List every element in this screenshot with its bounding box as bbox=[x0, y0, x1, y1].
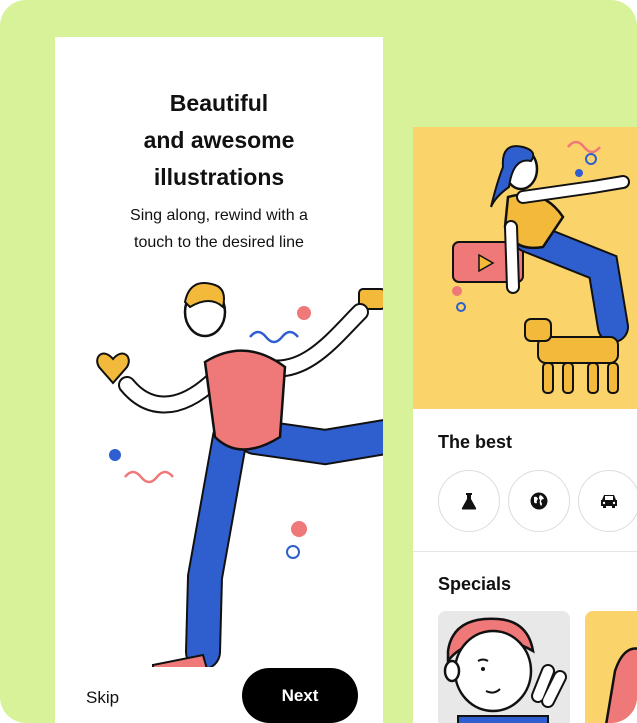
specials-title: Specials bbox=[438, 574, 512, 594]
special-card-1[interactable] bbox=[438, 611, 570, 723]
category-flask[interactable] bbox=[438, 470, 500, 532]
background-canvas: Beautiful and awesome illustrations Sing… bbox=[0, 0, 637, 723]
dot-blue bbox=[109, 449, 121, 461]
title-line-3: illustrations bbox=[153, 164, 285, 190]
special-card-2[interactable] bbox=[585, 611, 637, 723]
ring-blue bbox=[286, 545, 300, 559]
boy-waving-illustration bbox=[443, 617, 567, 723]
onboarding-subtitle: Sing along, rewind with a touch to the d… bbox=[55, 202, 383, 256]
onboarding-title: Beautiful and awesome illustrations bbox=[55, 85, 383, 196]
globe-icon bbox=[530, 492, 548, 510]
skip-button[interactable]: Skip bbox=[86, 688, 119, 708]
floating-woman-illustration bbox=[452, 140, 630, 394]
squiggle-blue bbox=[249, 330, 299, 344]
shirt bbox=[203, 349, 287, 451]
car-icon bbox=[601, 495, 617, 508]
category-globe[interactable] bbox=[508, 470, 570, 532]
squiggle-red bbox=[124, 470, 174, 484]
dot-red-top bbox=[297, 306, 311, 320]
subtitle-line-2: touch to the desired line bbox=[134, 234, 304, 251]
dot-red-bottom bbox=[291, 521, 307, 537]
section-divider bbox=[413, 551, 637, 552]
title-line-1: Beautiful bbox=[169, 90, 269, 116]
partial-illustration bbox=[605, 647, 637, 723]
subtitle-line-1: Sing along, rewind with a bbox=[130, 207, 308, 224]
category-car[interactable] bbox=[578, 470, 637, 532]
onboarding-screen: Beautiful and awesome illustrations Sing… bbox=[55, 37, 383, 723]
app-preview-screen: The best Specials bbox=[413, 127, 637, 723]
title-line-2: and awesome bbox=[143, 127, 295, 153]
next-button[interactable]: Next bbox=[242, 668, 358, 723]
shoe bbox=[152, 653, 208, 667]
flask-icon bbox=[461, 493, 477, 510]
hero-illustration bbox=[413, 127, 637, 409]
dancing-man-illustration bbox=[96, 282, 383, 667]
the-best-title: The best bbox=[438, 432, 513, 452]
